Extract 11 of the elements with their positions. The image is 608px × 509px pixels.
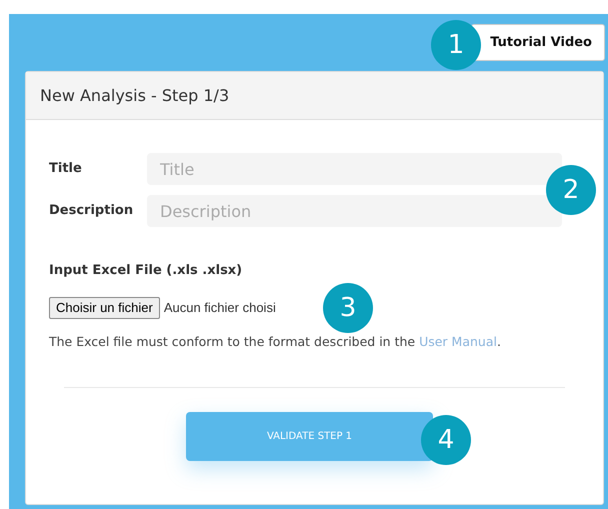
- choose-file-button[interactable]: Choisir un fichier: [49, 296, 160, 318]
- file-input-label: Input Excel File (.xls .xlsx): [49, 262, 244, 280]
- tutorial-video-button[interactable]: Tutorial Video: [471, 24, 605, 61]
- file-status: Aucun fichier choisi: [164, 298, 276, 317]
- step-number-badge: 1: [431, 20, 481, 70]
- field-label: Description: [49, 202, 134, 220]
- text-field[interactable]: Description: [147, 195, 562, 227]
- field-label: Title: [49, 160, 83, 178]
- help-text: The Excel file must conform to the format described in the User Manual.: [49, 332, 502, 350]
- text-field[interactable]: Title: [147, 153, 562, 185]
- card-title: New Analysis - Step 1/3: [40, 84, 230, 106]
